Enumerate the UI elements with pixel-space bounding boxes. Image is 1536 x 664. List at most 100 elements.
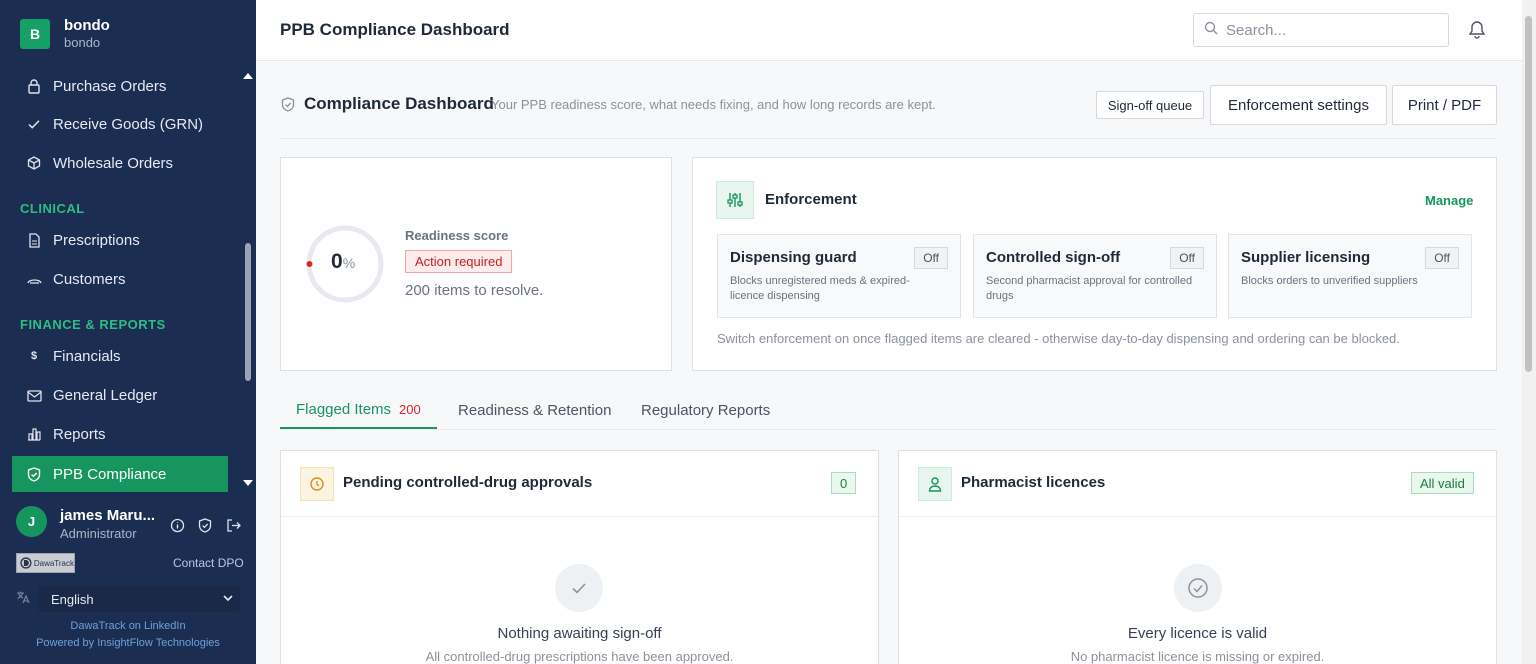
empty-state-title: Nothing awaiting sign-off <box>497 625 662 642</box>
sidebar-item-label: Prescriptions <box>53 231 140 249</box>
sidebar-scroll-up[interactable] <box>243 73 253 79</box>
enforcement-card: Enforcement Manage Dispensing guard Off … <box>692 157 1497 371</box>
check-icon <box>26 116 42 132</box>
readiness-indicator-dot <box>306 261 313 267</box>
empty-state-subtitle: All controlled-drug prescriptions have b… <box>425 649 734 664</box>
sidebar-item-prescriptions[interactable]: Prescriptions <box>12 222 228 258</box>
tab-flagged-items[interactable]: Flagged Items 200 <box>280 392 437 429</box>
pending-approvals-panel: Pending controlled-drug approvals 0 Noth… <box>280 450 879 664</box>
contact-dpo-link[interactable]: Contact DPO <box>173 556 244 570</box>
box-icon <box>26 155 42 171</box>
check-circle-icon <box>1174 564 1222 612</box>
items-to-resolve: 200 items to resolve. <box>405 282 544 299</box>
powered-by-link[interactable]: Powered by InsightFlow Technologies <box>0 637 256 649</box>
chevron-down-icon <box>222 592 234 607</box>
readiness-label: Readiness score <box>405 228 509 243</box>
toggle-state-badge[interactable]: Off <box>1170 247 1204 269</box>
sidebar-scroll-down[interactable] <box>243 480 253 486</box>
signoff-queue-button[interactable]: Sign-off queue <box>1096 91 1204 119</box>
toggle-state-badge[interactable]: Off <box>914 247 948 269</box>
dollar-icon: $ <box>30 350 38 362</box>
topbar: PPB Compliance Dashboard <box>256 0 1522 61</box>
sidebar: B bondo bondo Purchase Orders Receive Go… <box>0 0 256 664</box>
page-scrollbar[interactable] <box>1525 16 1532 372</box>
user-actions <box>168 516 242 534</box>
search-input[interactable] <box>1226 21 1426 39</box>
language-select[interactable]: English <box>38 586 240 612</box>
tab-regulatory-reports[interactable]: Regulatory Reports <box>641 392 770 429</box>
sidebar-item-label: Financials <box>53 347 121 365</box>
shield-icon <box>281 97 295 117</box>
readiness-card: 0% Readiness score Action required 200 i… <box>280 157 672 371</box>
avatar: J <box>16 506 47 537</box>
sidebar-item-financials[interactable]: $ Financials <box>12 338 228 374</box>
toggle-state-badge[interactable]: Off <box>1425 247 1459 269</box>
enforcement-settings-button[interactable]: Enforcement settings <box>1210 85 1387 125</box>
user-icon <box>918 467 952 501</box>
panel-title: Pending controlled-drug approvals <box>343 474 593 491</box>
search-box <box>1193 13 1449 47</box>
page-title: PPB Compliance Dashboard <box>280 20 510 39</box>
sidebar-item-wholesale-orders[interactable]: Wholesale Orders <box>12 145 228 181</box>
brand-name: bondo <box>64 17 110 34</box>
customers-icon <box>26 271 42 287</box>
section-finance: FINANCE & REPORTS <box>20 317 166 332</box>
document-icon <box>26 232 42 248</box>
dashboard-subtitle: Your PPB readiness score, what needs fix… <box>491 97 936 112</box>
enforcement-supplier-licensing: Supplier licensing Off Blocks orders to … <box>1228 234 1472 318</box>
panel-title: Pharmacist licences <box>961 474 1106 491</box>
sidebar-item-label: Reports <box>53 425 106 443</box>
check-icon <box>555 564 603 612</box>
ledger-icon <box>26 387 42 403</box>
user-name: james Maru... <box>60 507 156 524</box>
status-badge: Action required <box>405 250 513 273</box>
dashboard-title: Compliance Dashboard <box>304 94 494 113</box>
dawatrack-logo: DawaTrack <box>16 553 75 573</box>
bar-chart-icon <box>26 426 42 442</box>
tab-bar: Flagged Items 200 Readiness & Retention R… <box>280 392 1497 430</box>
enforcement-dispensing-guard: Dispensing guard Off Blocks unregistered… <box>717 234 961 318</box>
enforcement-note: Switch enforcement on once flagged items… <box>717 331 1400 346</box>
bell-icon[interactable] <box>1468 20 1486 45</box>
tab-readiness-retention[interactable]: Readiness & Retention <box>458 392 611 429</box>
sidebar-item-label: PPB Compliance <box>53 465 167 483</box>
sidebar-item-customers[interactable]: Customers <box>12 261 228 297</box>
user-profile[interactable]: J james Maru... Administrator <box>16 506 155 541</box>
divider <box>280 138 1497 139</box>
sidebar-item-purchase-orders[interactable]: Purchase Orders <box>12 68 228 104</box>
section-clinical: CLINICAL <box>20 201 85 216</box>
translate-icon <box>16 590 30 609</box>
empty-state-subtitle: No pharmacist licence is missing or expi… <box>1070 649 1325 664</box>
brand[interactable]: B bondo bondo <box>20 17 110 51</box>
language-selector: English <box>16 586 240 612</box>
sidebar-item-label: Wholesale Orders <box>53 154 174 172</box>
enforcement-controlled-signoff: Controlled sign-off Off Second pharmacis… <box>973 234 1217 318</box>
sidebar-item-label: Customers <box>53 270 126 288</box>
brand-subtitle: bondo <box>64 35 101 50</box>
user-role: Administrator <box>60 526 137 541</box>
sidebar-item-ppb-compliance[interactable]: PPB Compliance <box>12 456 228 492</box>
status-badge: All valid <box>1411 472 1474 494</box>
brand-logo: B <box>20 19 50 49</box>
info-icon[interactable] <box>168 516 186 534</box>
sidebar-item-label: Purchase Orders <box>53 77 167 95</box>
manage-link[interactable]: Manage <box>1425 193 1473 208</box>
sidebar-item-general-ledger[interactable]: General Ledger <box>12 377 228 413</box>
sidebar-item-label: General Ledger <box>53 386 158 404</box>
shield-check-icon[interactable] <box>196 516 214 534</box>
sidebar-item-receive-goods[interactable]: Receive Goods (GRN) <box>12 106 228 142</box>
shield-icon <box>26 466 42 482</box>
print-pdf-button[interactable]: Print / PDF <box>1392 85 1497 125</box>
sliders-icon <box>716 181 754 219</box>
clock-icon <box>300 467 334 501</box>
linkedin-link[interactable]: DawaTrack on LinkedIn <box>0 620 256 632</box>
empty-state-title: Every licence is valid <box>1127 625 1268 642</box>
sidebar-item-reports[interactable]: Reports <box>12 416 228 452</box>
sidebar-item-label: Receive Goods (GRN) <box>53 115 204 133</box>
count-badge: 0 <box>831 472 857 494</box>
lock-icon <box>26 78 42 94</box>
sidebar-scrollbar[interactable] <box>245 243 251 381</box>
logout-icon[interactable] <box>224 516 242 534</box>
tab-count-badge: 200 <box>399 402 421 417</box>
panel-header: Pharmacist licences All valid <box>899 451 1496 517</box>
